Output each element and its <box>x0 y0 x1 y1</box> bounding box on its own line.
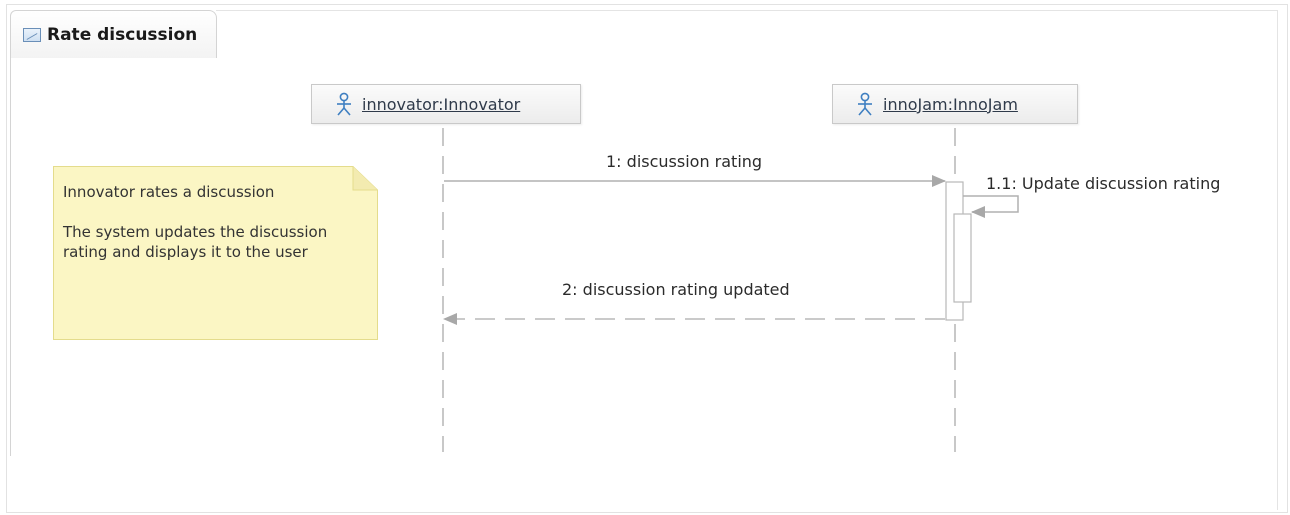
message-1-label: 1: discussion rating <box>606 152 763 171</box>
actor-icon <box>337 92 351 116</box>
message-2-label: 2: discussion rating updated <box>562 280 790 299</box>
lifeline-innovator[interactable]: innovator:Innovator <box>311 84 581 124</box>
lifeline-innovator-label: innovator:Innovator <box>362 94 521 114</box>
note-line-2: The system updates the discussion rating… <box>63 223 328 261</box>
note-text: Innovator rates a discussion The system … <box>63 182 353 262</box>
activation-bar-inner <box>953 213 972 303</box>
message-1-1-label: 1.1: Update discussion rating <box>986 174 1221 193</box>
note[interactable]: Innovator rates a discussion The system … <box>53 166 378 340</box>
lifeline-innojam[interactable]: innoJam:InnoJam <box>832 84 1078 124</box>
note-line-1: Innovator rates a discussion <box>63 183 275 201</box>
message-1-1-arrow <box>963 195 1019 218</box>
actor-icon <box>858 92 872 116</box>
lifeline-innojam-label: innoJam:InnoJam <box>883 94 1018 114</box>
